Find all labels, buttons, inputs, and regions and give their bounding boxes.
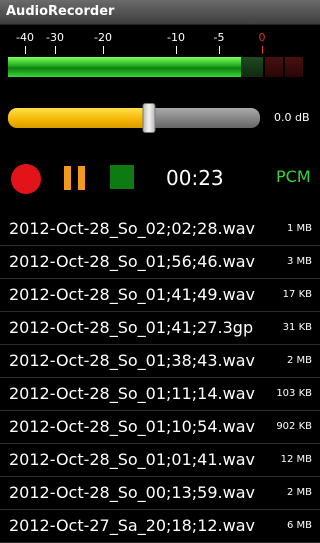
recording-file-size: 2 MB [286,355,312,366]
gain-slider-track[interactable] [8,108,260,128]
recording-list-item[interactable]: 2012-Oct-28_So_01;41;27.3gp 31 KB [0,312,320,345]
recording-file-name: 2012-Oct-28_So_01;41;27.3gp [9,318,254,337]
recording-file-size: 2 MB [286,487,312,498]
recording-list-item[interactable]: 2012-Oct-28_So_00;13;59.wav 2 MB [0,477,320,510]
scale-tick [176,46,177,54]
recording-file-size: 12 MB [280,454,312,465]
recording-file-name: 2012-Oct-28_So_01;56;46.wav [9,252,255,271]
level-meter-active [8,57,241,77]
scale-tick [219,46,220,54]
pause-button[interactable] [64,166,86,190]
gain-slider-thumb[interactable] [142,103,156,133]
recording-file-size: 103 KB [276,388,312,399]
recording-file-size: 902 KB [276,421,312,432]
recording-list-item[interactable]: 2012-Oct-28_So_01;01;41.wav 12 MB [0,444,320,477]
title-bar: AudioRecorder [0,0,320,25]
scale-tick [103,46,104,54]
app-title: AudioRecorder [6,4,115,19]
recording-file-name: 2012-Oct-28_So_01;11;14.wav [9,384,255,403]
scale-tick [262,46,263,54]
recording-list-item[interactable]: 2012-Oct-28_So_01;11;14.wav 103 KB [0,378,320,411]
level-scale: -40 -30 -20 -10 -5 0 [0,26,320,56]
level-meter-clip-2 [283,57,303,77]
scale-label: -30 [46,31,64,44]
recording-file-name: 2012-Oct-28_So_02;02;28.wav [9,219,255,238]
pause-icon [64,166,71,190]
recording-file-size: 31 KB [282,322,312,333]
recording-file-name: 2012-Oct-28_So_01;01;41.wav [9,450,255,469]
recording-file-name: 2012-Oct-28_So_00;13;59.wav [9,483,255,502]
gain-slider[interactable] [8,103,260,133]
recording-file-size: 17 KB [282,289,312,300]
scale-label: -10 [167,31,185,44]
recording-timer: 00:23 [166,166,224,190]
scale-tick [25,46,26,54]
recording-file-name: 2012-Oct-28_So_01;10;54.wav [9,417,255,436]
format-selector[interactable]: PCM [276,167,311,186]
recording-list-item[interactable]: 2012-Oct-28_So_01;41;49.wav 17 KB [0,279,320,312]
recording-file-name: 2012-Oct-27_Sa_20;18;12.wav [9,516,255,535]
scale-label: -20 [94,31,112,44]
level-meter [8,57,303,77]
recording-file-size: 3 MB [286,256,312,267]
recording-list-item[interactable]: 2012-Oct-28_So_02;02;28.wav 1 MB [0,213,320,246]
recording-list-item[interactable]: 2012-Oct-28_So_01;38;43.wav 2 MB [0,345,320,378]
recording-list-item[interactable]: 2012-Oct-28_So_01;56;46.wav 3 MB [0,246,320,279]
gain-slider-fill [8,108,150,128]
recording-file-size: 1 MB [286,223,312,234]
scale-label: -40 [16,31,34,44]
level-meter-headroom [241,57,263,77]
recording-file-name: 2012-Oct-28_So_01;38;43.wav [9,351,255,370]
recording-list-item[interactable]: 2012-Oct-27_Sa_20;18;12.wav 6 MB [0,510,320,543]
pause-icon-bar [78,166,85,190]
scale-tick [55,46,56,54]
stop-button[interactable] [110,165,134,189]
recordings-list: 2012-Oct-28_So_02;02;28.wav 1 MB 2012-Oct-… [0,213,320,543]
level-meter-clip-1 [263,57,283,77]
recording-file-size: 6 MB [286,520,312,531]
scale-label: -5 [213,31,225,44]
record-button[interactable] [11,164,41,194]
scale-label: 0 [258,31,266,44]
recording-file-name: 2012-Oct-28_So_01;41;49.wav [9,285,255,304]
recording-list-item[interactable]: 2012-Oct-28_So_01;10;54.wav 902 KB [0,411,320,444]
gain-value-label: 0.0 dB [274,111,310,124]
